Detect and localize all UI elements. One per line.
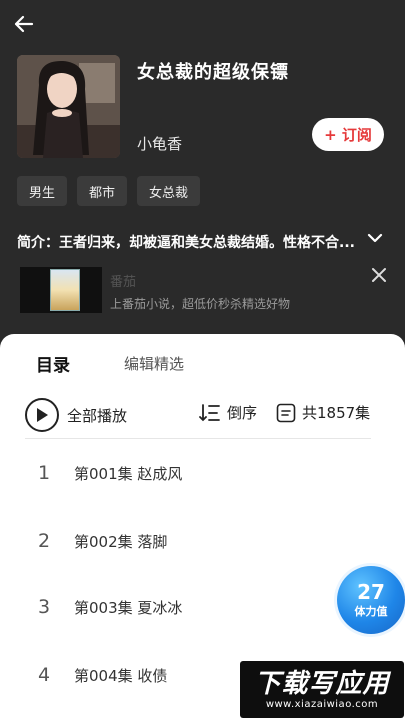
list-icon	[276, 403, 296, 422]
book-author[interactable]: 小龟香	[137, 133, 182, 154]
tag-list: 男生 都市 女总裁	[17, 176, 201, 206]
back-button[interactable]	[10, 10, 38, 38]
sort-label: 倒序	[227, 404, 258, 422]
ad-image	[20, 267, 102, 313]
stamina-badge[interactable]: 27 体力值	[337, 566, 405, 634]
cover-illustration	[17, 55, 120, 158]
chevron-down-icon	[367, 233, 383, 243]
sort-button[interactable]: 倒序	[199, 402, 257, 423]
episode-count-label: 共1857集	[302, 404, 371, 422]
tag-chip[interactable]: 女总裁	[137, 176, 201, 206]
ad-banner[interactable]: 番茄 上番茄小说，超低价秒杀精选好物	[17, 263, 387, 315]
play-all-label: 全部播放	[67, 406, 128, 425]
close-icon	[372, 268, 386, 282]
episode-number: 1	[38, 462, 51, 484]
tab-editor-picks[interactable]: 编辑精选	[124, 353, 184, 374]
divider	[25, 438, 371, 439]
stamina-label: 体力值	[354, 605, 388, 618]
episode-number: 4	[38, 664, 51, 686]
play-icon	[25, 398, 59, 432]
episode-item[interactable]: 1 第001集 赵成风	[38, 458, 368, 488]
sort-desc-icon	[199, 403, 220, 421]
book-cover[interactable]	[17, 55, 120, 158]
episode-title: 第002集 落脚	[74, 532, 168, 551]
episode-title: 第004集 收债	[74, 666, 168, 685]
book-title: 女总裁的超级保镖	[137, 62, 289, 83]
episode-title: 第001集 赵成风	[74, 464, 183, 483]
watermark-text: 下载写应用	[254, 669, 390, 699]
episode-number: 2	[38, 530, 51, 552]
subscribe-button[interactable]: + 订阅	[312, 118, 384, 151]
tag-chip[interactable]: 都市	[77, 176, 128, 206]
stamina-value: 27	[357, 580, 385, 604]
arrow-left-icon	[14, 15, 34, 33]
ad-subtitle: 上番茄小说，超低价秒杀精选好物	[110, 297, 291, 311]
intro-expand-button[interactable]	[366, 229, 384, 247]
episode-item[interactable]: 2 第002集 落脚	[38, 526, 368, 556]
play-all-button[interactable]: 全部播放	[25, 398, 127, 432]
episode-count[interactable]: 共1857集	[276, 402, 370, 423]
book-intro[interactable]: 简介：王者归来，却被逼和美女总裁结婚。性格不合...	[17, 232, 367, 252]
tag-chip[interactable]: 男生	[17, 176, 68, 206]
watermark-logo: 下载写应用 www.xiazaiwiao.com	[240, 661, 404, 718]
episode-item[interactable]: 3 第003集 夏冰冰	[38, 592, 368, 622]
ad-title: 番茄	[110, 275, 137, 290]
episode-title: 第003集 夏冰冰	[74, 598, 183, 617]
watermark-url: www.xiazaiwiao.com	[265, 699, 379, 710]
ad-close-button[interactable]	[371, 267, 387, 283]
tab-catalog[interactable]: 目录	[36, 351, 70, 376]
episode-number: 3	[38, 596, 51, 618]
